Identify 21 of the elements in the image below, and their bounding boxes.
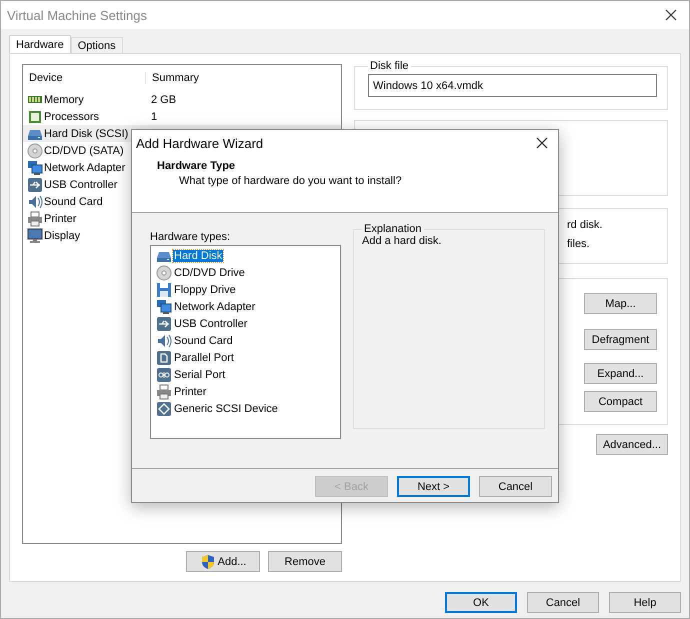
device-summary: 1 (150, 110, 158, 122)
device-name: Memory (44, 94, 84, 106)
info-text: files. (567, 238, 591, 252)
info-text: rd disk. (567, 219, 604, 233)
list-label: Hardware types: (150, 231, 232, 245)
device-name: Printer (44, 212, 76, 224)
device-name: Display (44, 230, 80, 242)
device-name: Hard Disk (SCSI) (44, 128, 128, 140)
device-name: USB Controller (44, 178, 118, 190)
window-title: Virtual Machine Settings (7, 8, 147, 22)
wizard-subheading: What type of hardware do you want to install? (179, 175, 403, 187)
wizard-heading: Hardware Type (157, 160, 236, 172)
explanation-text: Add a hard disk. (362, 235, 442, 247)
device-name: Processors (44, 110, 100, 122)
group-label: Explanation (363, 223, 422, 235)
device-name: Sound Card (44, 196, 103, 208)
wizard-title: Add Hardware Wizard (136, 136, 264, 150)
device-name: CD/DVD (SATA) (44, 144, 124, 156)
device-name: Network Adapter (44, 162, 126, 174)
group-label: Disk file (369, 60, 410, 72)
device-summary: 2 GB (150, 94, 176, 106)
